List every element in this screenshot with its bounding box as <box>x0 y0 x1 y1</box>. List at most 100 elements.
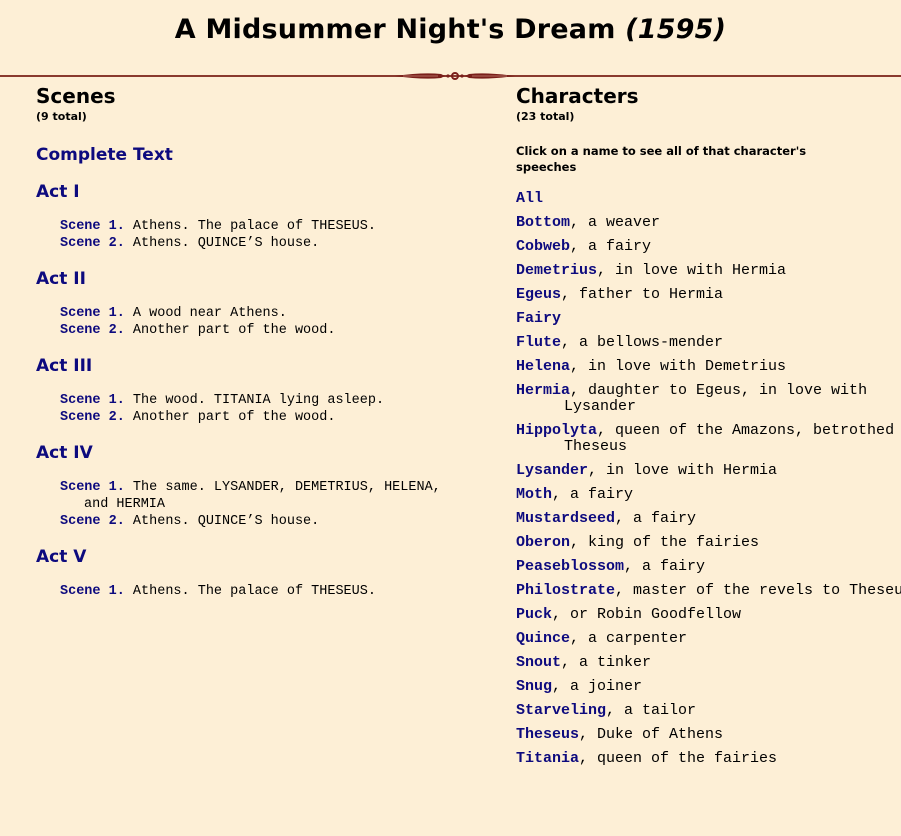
character-name-link[interactable]: Demetrius <box>516 262 597 279</box>
character-item: Theseus, Duke of Athens <box>516 727 901 743</box>
character-item: Snout, a tinker <box>516 655 901 671</box>
scene-description: A wood near Athens. <box>132 306 287 321</box>
scene-list: Scene 1. A wood near Athens. Scene 2. Ano… <box>60 305 476 339</box>
act-heading-link[interactable]: Act IV <box>36 443 476 463</box>
scene-list: Scene 1. Athens. The palace of THESEUS. <box>60 583 476 600</box>
scene-item: Scene 2. Another part of the wood. <box>60 409 464 426</box>
character-name-link[interactable]: Moth <box>516 486 552 503</box>
character-name-link[interactable]: Titania <box>516 750 579 767</box>
character-name-link[interactable]: Egeus <box>516 286 561 303</box>
scenes-heading: Scenes <box>36 84 116 108</box>
character-name-link[interactable]: Quince <box>516 630 570 647</box>
character-description: , a tinker <box>561 654 652 671</box>
character-name-link[interactable]: Theseus <box>516 726 579 743</box>
character-description: , a joiner <box>552 678 643 695</box>
act-section: Act II Scene 1. A wood near Athens. Scene … <box>36 269 476 339</box>
character-description: , queen of the Amazons, betrothed to The… <box>564 422 901 455</box>
act-heading-link[interactable]: Act V <box>36 547 476 567</box>
character-item: Quince, a carpenter <box>516 631 901 647</box>
character-name-link[interactable]: Peaseblossom <box>516 558 624 575</box>
scene-link[interactable]: Scene 2. <box>60 236 125 251</box>
character-item: Hermia, daughter to Egeus, in love with … <box>516 383 901 415</box>
scene-link[interactable]: Scene 2. <box>60 323 125 338</box>
act-section: Act I Scene 1. Athens. The palace of THES… <box>36 182 476 252</box>
act-heading-link[interactable]: Act II <box>36 269 476 289</box>
scene-link[interactable]: Scene 1. <box>60 219 125 234</box>
character-item: Snug, a joiner <box>516 679 901 695</box>
act-section: Act III Scene 1. The wood. TITANIA lying … <box>36 356 476 426</box>
character-description: , king of the fairies <box>570 534 760 551</box>
ornament-divider-icon <box>395 72 515 80</box>
character-description: , a carpenter <box>570 630 688 647</box>
act-heading-link[interactable]: Act I <box>36 182 476 202</box>
character-description: , daughter to Egeus, in love with Lysand… <box>564 382 868 415</box>
character-name-link[interactable]: Oberon <box>516 534 570 551</box>
characters-instructions: Click on a name to see all of that chara… <box>516 144 807 174</box>
character-item: Hippolyta, queen of the Amazons, betroth… <box>516 423 901 455</box>
character-item: Philostrate, master of the revels to The… <box>516 583 901 599</box>
act-heading-link[interactable]: Act III <box>36 356 476 376</box>
scene-link[interactable]: Scene 1. <box>60 480 125 495</box>
character-name-link[interactable]: Fairy <box>516 310 561 327</box>
character-description: , master of the revels to Theseus <box>615 582 901 599</box>
character-description: , a tailor <box>606 702 697 719</box>
play-title: A Midsummer Night's Dream <box>174 14 616 45</box>
scene-description: Athens. QUINCE’S house. <box>132 514 320 529</box>
complete-text-link[interactable]: Complete Text <box>36 145 476 165</box>
character-item: Starveling, a tailor <box>516 703 901 719</box>
character-description: , in love with Hermia <box>597 262 787 279</box>
character-item: Helena, in love with Demetrius <box>516 359 901 375</box>
character-description: , in love with Hermia <box>588 462 778 479</box>
character-description: , in love with Demetrius <box>570 358 787 375</box>
character-name-link[interactable]: Mustardseed <box>516 510 615 527</box>
scene-list: Scene 1. Athens. The palace of THESEUS. S… <box>60 218 476 252</box>
character-name-link[interactable]: Philostrate <box>516 582 615 599</box>
character-name-link[interactable]: Starveling <box>516 702 606 719</box>
characters-total: (23 total) <box>516 110 575 123</box>
act-section: Act IV Scene 1. The same. LYSANDER, DEMET… <box>36 443 476 530</box>
character-item: Bottom, a weaver <box>516 215 901 231</box>
character-name-link[interactable]: Flute <box>516 334 561 351</box>
character-description: , a fairy <box>570 238 652 255</box>
scenes-column: Scenes (9 total) Complete Text Act I Scen… <box>36 84 476 600</box>
character-name-link[interactable]: Snout <box>516 654 561 671</box>
character-name-link[interactable]: Helena <box>516 358 570 375</box>
character-item: Titania, queen of the fairies <box>516 751 901 767</box>
scene-link[interactable]: Scene 1. <box>60 306 125 321</box>
character-item: Fairy <box>516 311 901 327</box>
character-name-link[interactable]: Hermia <box>516 382 570 399</box>
character-item: Cobweb, a fairy <box>516 239 901 255</box>
scene-link[interactable]: Scene 1. <box>60 393 125 408</box>
scene-list: Scene 1. The wood. TITANIA lying asleep.… <box>60 392 476 426</box>
scene-item: Scene 1. A wood near Athens. <box>60 305 464 322</box>
character-item: All <box>516 191 901 207</box>
scene-link[interactable]: Scene 2. <box>60 410 125 425</box>
character-name-link[interactable]: All <box>516 190 543 207</box>
scene-item: Scene 1. Athens. The palace of THESEUS. <box>60 583 464 600</box>
character-name-link[interactable]: Lysander <box>516 462 588 479</box>
character-name-link[interactable]: Snug <box>516 678 552 695</box>
character-item: Flute, a bellows-mender <box>516 335 901 351</box>
character-description: , a fairy <box>624 558 706 575</box>
characters-list: All Bottom, a weaver Cobweb, a fairy Demetr… <box>516 191 901 767</box>
character-item: Lysander, in love with Hermia <box>516 463 901 479</box>
character-item: Peaseblossom, a fairy <box>516 559 901 575</box>
character-name-link[interactable]: Puck <box>516 606 552 623</box>
character-name-link[interactable]: Bottom <box>516 214 570 231</box>
character-description: , a fairy <box>552 486 634 503</box>
character-item: Egeus, father to Hermia <box>516 287 901 303</box>
character-description: , or Robin Goodfellow <box>552 606 742 623</box>
scene-description: Another part of the wood. <box>132 410 336 425</box>
scene-description: The wood. TITANIA lying asleep. <box>132 393 385 408</box>
scene-link[interactable]: Scene 2. <box>60 514 125 529</box>
character-item: Demetrius, in love with Hermia <box>516 263 901 279</box>
character-description: , Duke of Athens <box>579 726 724 743</box>
character-name-link[interactable]: Cobweb <box>516 238 570 255</box>
character-item: Mustardseed, a fairy <box>516 511 901 527</box>
character-name-link[interactable]: Hippolyta <box>516 422 597 439</box>
play-year: (1595) <box>625 14 727 45</box>
character-description: , a fairy <box>615 510 697 527</box>
character-description: , a weaver <box>570 214 661 231</box>
scene-link[interactable]: Scene 1. <box>60 584 125 599</box>
scene-item: Scene 2. Athens. QUINCE’S house. <box>60 513 464 530</box>
